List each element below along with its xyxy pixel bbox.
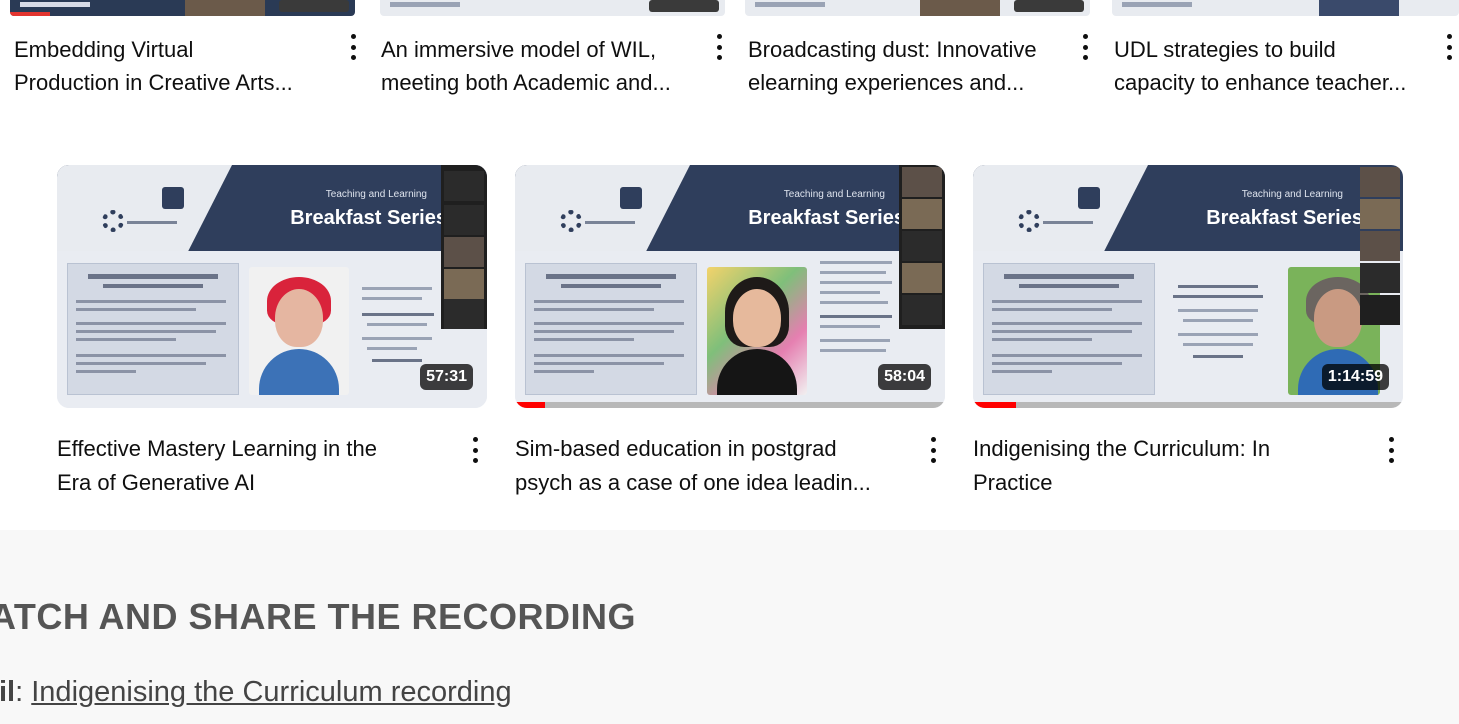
video-title-line: UDL strategies to build	[1114, 37, 1336, 62]
thumbnail-banner: Teaching and Learning Breakfast Series	[515, 165, 945, 251]
video-title[interactable]: Indigenising the Curriculum: In Practice	[973, 432, 1373, 500]
participant-strip	[899, 165, 945, 329]
speaker-photo	[249, 267, 349, 395]
watch-progress	[973, 402, 1403, 408]
thumbnail-kicker: Teaching and Learning	[1241, 189, 1343, 200]
video-grid: Embedding Virtual Production in Creative…	[0, 0, 1459, 530]
welcome-slide	[983, 263, 1155, 395]
video-title[interactable]: Embedding Virtual Production in Creative…	[14, 33, 334, 99]
participant-strip	[1357, 165, 1403, 329]
watch-progress	[515, 402, 945, 408]
more-vert-icon[interactable]	[1076, 34, 1094, 60]
video-thumbnail[interactable]	[380, 0, 725, 16]
video-title-line: Sim-based education in postgrad	[515, 436, 837, 461]
gear-icon	[102, 210, 124, 232]
video-thumbnail[interactable]: Teaching and Learning Breakfast Series	[515, 165, 945, 408]
video-thumbnail[interactable]: Teaching and Learning Breakfast Series	[57, 165, 487, 408]
watch-progress-fill	[515, 402, 546, 408]
speaker-photo	[707, 267, 807, 395]
recording-link-row: il: Indigenising the Curriculum recordin…	[0, 676, 512, 709]
recording-link[interactable]: Indigenising the Curriculum recording	[31, 676, 511, 708]
video-title-line: psych as a case of one idea leadin...	[515, 470, 871, 495]
welcome-slide	[67, 263, 239, 395]
video-title-line: elearning experiences and...	[748, 70, 1025, 95]
thumbnail-brand: Breakfast Series	[748, 207, 905, 229]
video-thumbnail[interactable]	[1112, 0, 1459, 16]
video-title-line: meeting both Academic and...	[381, 70, 671, 95]
video-title-line: Broadcasting dust: Innovative	[748, 37, 1037, 62]
more-vert-icon[interactable]	[1440, 34, 1458, 60]
university-logo-icon	[162, 187, 184, 209]
video-title-line: Production in Creative Arts...	[14, 70, 293, 95]
more-vert-icon[interactable]	[1382, 437, 1400, 463]
video-title[interactable]: Sim-based education in postgrad psych as…	[515, 432, 915, 500]
thumbnail-banner: Teaching and Learning Breakfast Series	[57, 165, 487, 251]
duration-badge: 58:04	[878, 364, 931, 390]
video-title-line: Era of Generative AI	[57, 470, 256, 495]
thumbnail-banner: Teaching and Learning Breakfast Series	[973, 165, 1403, 251]
watch-progress-fill	[973, 402, 1016, 408]
video-title-line: Effective Mastery Learning in the	[57, 436, 377, 461]
video-title[interactable]: An immersive model of WIL, meeting both …	[381, 33, 701, 99]
video-title-line: An immersive model of WIL,	[381, 37, 657, 62]
thumbnail-kicker: Teaching and Learning	[325, 189, 427, 200]
video-title-line: capacity to enhance teacher...	[1114, 70, 1407, 95]
duration-badge: 57:31	[420, 364, 473, 390]
video-title[interactable]: UDL strategies to build capacity to enha…	[1114, 33, 1434, 99]
gear-icon	[560, 210, 582, 232]
thumbnail-brand: Breakfast Series	[290, 207, 447, 229]
video-thumbnail[interactable]	[10, 0, 355, 16]
duration-badge: 1:14:59	[1321, 364, 1389, 390]
video-thumbnail[interactable]	[745, 0, 1090, 16]
more-vert-icon[interactable]	[344, 34, 362, 60]
gear-icon	[1018, 210, 1040, 232]
university-logo-icon	[620, 187, 642, 209]
university-logo-icon	[1078, 187, 1100, 209]
welcome-slide	[525, 263, 697, 395]
video-title[interactable]: Effective Mastery Learning in the Era of…	[57, 432, 457, 500]
more-vert-icon[interactable]	[466, 437, 484, 463]
video-title[interactable]: Broadcasting dust: Innovative elearning …	[748, 33, 1078, 99]
thumbnail-kicker: Teaching and Learning	[783, 189, 885, 200]
section-heading: ATCH AND SHARE THE RECORDING	[0, 596, 637, 637]
video-thumbnail[interactable]: Teaching and Learning Breakfast Series	[973, 165, 1403, 408]
thumbnail-brand: Breakfast Series	[1206, 207, 1363, 229]
video-title-line: Indigenising the Curriculum: In	[973, 436, 1271, 461]
link-label: il	[0, 676, 16, 708]
more-vert-icon[interactable]	[710, 34, 728, 60]
link-separator: :	[15, 676, 24, 708]
video-title-line: Practice	[973, 470, 1053, 495]
video-title-line: Embedding Virtual	[14, 37, 194, 62]
participant-strip	[441, 165, 487, 329]
more-vert-icon[interactable]	[924, 437, 942, 463]
